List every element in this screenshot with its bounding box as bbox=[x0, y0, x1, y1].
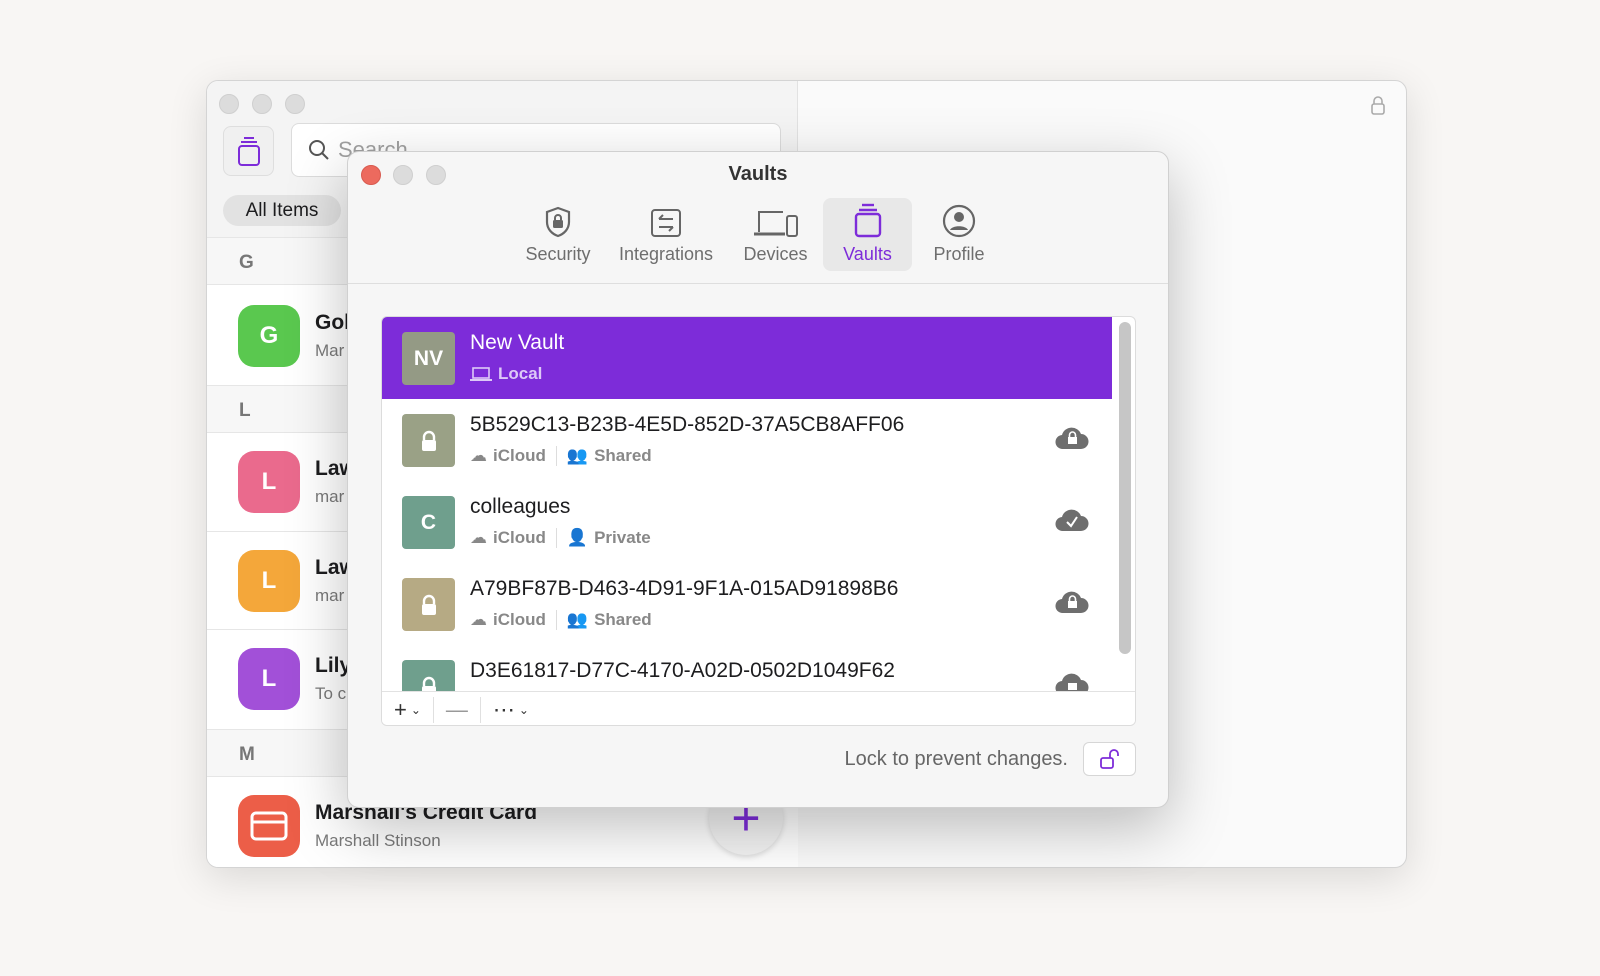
list-toolbar: + ⌄ — ⋯ ⌄ bbox=[382, 691, 1135, 725]
vault-row[interactable]: 5B529C13-B23B-4E5D-852D-37A5CB8AFF06 ☁ iC… bbox=[382, 399, 1112, 481]
item-subtitle: Mar bbox=[315, 341, 345, 360]
vault-row-selected[interactable]: NV New Vault Local bbox=[382, 317, 1112, 399]
item-avatar: L bbox=[238, 648, 300, 710]
item-subtitle: To c bbox=[315, 684, 347, 703]
lock-hint-text: Lock to prevent changes. bbox=[844, 748, 1068, 770]
add-vault-button[interactable]: + ⌄ bbox=[382, 697, 433, 723]
laptop-icon bbox=[470, 367, 492, 381]
vault-meta: Local bbox=[470, 364, 542, 384]
remove-vault-button[interactable]: — bbox=[434, 697, 480, 723]
item-avatar: L bbox=[238, 451, 300, 513]
vault-meta: ☁ iCloud 👥 Shared bbox=[470, 610, 652, 630]
people-icon: 👥 bbox=[566, 610, 589, 629]
item-avatar: L bbox=[238, 550, 300, 612]
person-circle-icon bbox=[942, 204, 976, 238]
close-window-button[interactable] bbox=[219, 94, 239, 114]
tab-devices[interactable]: Devices bbox=[733, 198, 818, 271]
vault-switcher-button[interactable] bbox=[223, 126, 274, 176]
tab-label: Vaults bbox=[843, 244, 892, 264]
vault-location: iCloud bbox=[493, 610, 546, 629]
item-title: Lily bbox=[315, 654, 352, 677]
cloud-icon: ☁ bbox=[470, 528, 487, 547]
vault-name: New Vault bbox=[470, 331, 565, 354]
vault-avatar: C bbox=[402, 496, 455, 549]
unlocked-icon bbox=[1099, 749, 1119, 769]
chevron-down-icon: ⌄ bbox=[410, 702, 421, 717]
tab-label: Security bbox=[525, 244, 591, 264]
person-icon: 👤 bbox=[566, 528, 589, 547]
vault-sharing: Shared bbox=[594, 610, 652, 629]
scrollbar[interactable] bbox=[1119, 322, 1131, 654]
vault-location: Local bbox=[498, 364, 543, 383]
dialog-title: Vaults bbox=[728, 163, 788, 185]
arrows-exchange-icon bbox=[651, 209, 681, 237]
tab-integrations[interactable]: Integrations bbox=[611, 198, 721, 271]
vault-meta: ☁ iCloud 👥 Shared bbox=[470, 446, 652, 466]
divider bbox=[348, 283, 1168, 284]
plus-icon: + bbox=[394, 696, 407, 722]
vault-name: colleagues bbox=[470, 495, 571, 518]
vault-avatar: NV bbox=[402, 332, 455, 385]
minus-icon: — bbox=[445, 696, 468, 722]
minimize-window-button[interactable] bbox=[252, 94, 272, 114]
zoom-window-button[interactable] bbox=[285, 94, 305, 114]
vault-sharing: Private bbox=[594, 528, 651, 547]
tab-label: Profile bbox=[933, 244, 985, 264]
lock-icon bbox=[402, 578, 455, 631]
shield-lock-icon bbox=[545, 206, 571, 238]
vault-name: D3E61817-D77C-4170-A02D-0502D1049F62 bbox=[470, 659, 895, 682]
tab-label: Devices bbox=[743, 244, 808, 264]
vault-sharing: Shared bbox=[594, 446, 652, 465]
vault-row[interactable]: C colleagues ☁ iCloud 👤 Private bbox=[382, 481, 1112, 563]
cloud-lock-icon bbox=[1055, 591, 1089, 614]
tab-security[interactable]: Security bbox=[518, 198, 598, 271]
vault-list: NV New Vault Local 5B529C13-B23B-4E5D-85… bbox=[381, 316, 1136, 726]
item-avatar: G bbox=[238, 305, 300, 367]
ellipsis-circle-icon: ⋯ bbox=[492, 696, 515, 722]
cloud-check-icon bbox=[1055, 509, 1089, 532]
item-subtitle: mar bbox=[315, 586, 345, 605]
tab-vaults[interactable]: Vaults bbox=[823, 198, 912, 271]
vault-icon bbox=[237, 137, 260, 166]
item-title: Gol bbox=[315, 311, 350, 334]
vault-name: 5B529C13-B23B-4E5D-852D-37A5CB8AFF06 bbox=[470, 413, 905, 436]
lock-icon[interactable] bbox=[1370, 95, 1386, 120]
vault-row[interactable]: A79BF87B-D463-4D91-9F1A-015AD91898B6 ☁ iC… bbox=[382, 563, 1112, 645]
vault-location: iCloud bbox=[493, 446, 546, 465]
chevron-down-icon: ⌄ bbox=[518, 702, 529, 717]
vault-location: iCloud bbox=[493, 528, 546, 547]
vaults-settings-dialog: Vaults Security Integrations Devices Vau… bbox=[347, 151, 1169, 808]
tab-profile[interactable]: Profile bbox=[923, 198, 995, 271]
cloud-icon: ☁ bbox=[470, 446, 487, 465]
tab-label: Integrations bbox=[618, 244, 714, 264]
devices-icon bbox=[753, 211, 798, 237]
people-icon: 👥 bbox=[566, 446, 589, 465]
filter-all-items[interactable]: All Items bbox=[223, 195, 341, 226]
more-actions-button[interactable]: ⋯ ⌄ bbox=[481, 697, 541, 723]
cloud-icon: ☁ bbox=[470, 610, 487, 629]
vault-name: A79BF87B-D463-4D91-9F1A-015AD91898B6 bbox=[470, 577, 899, 600]
item-subtitle: mar bbox=[315, 487, 345, 506]
vault-icon bbox=[854, 203, 881, 238]
lock-icon bbox=[402, 414, 455, 467]
item-subtitle: Marshall Stinson bbox=[315, 831, 441, 850]
cloud-lock-icon bbox=[1055, 427, 1089, 450]
credit-card-icon bbox=[238, 795, 300, 857]
lock-settings-button[interactable] bbox=[1083, 742, 1136, 776]
vault-meta: ☁ iCloud 👤 Private bbox=[470, 528, 651, 548]
search-icon bbox=[309, 140, 329, 160]
